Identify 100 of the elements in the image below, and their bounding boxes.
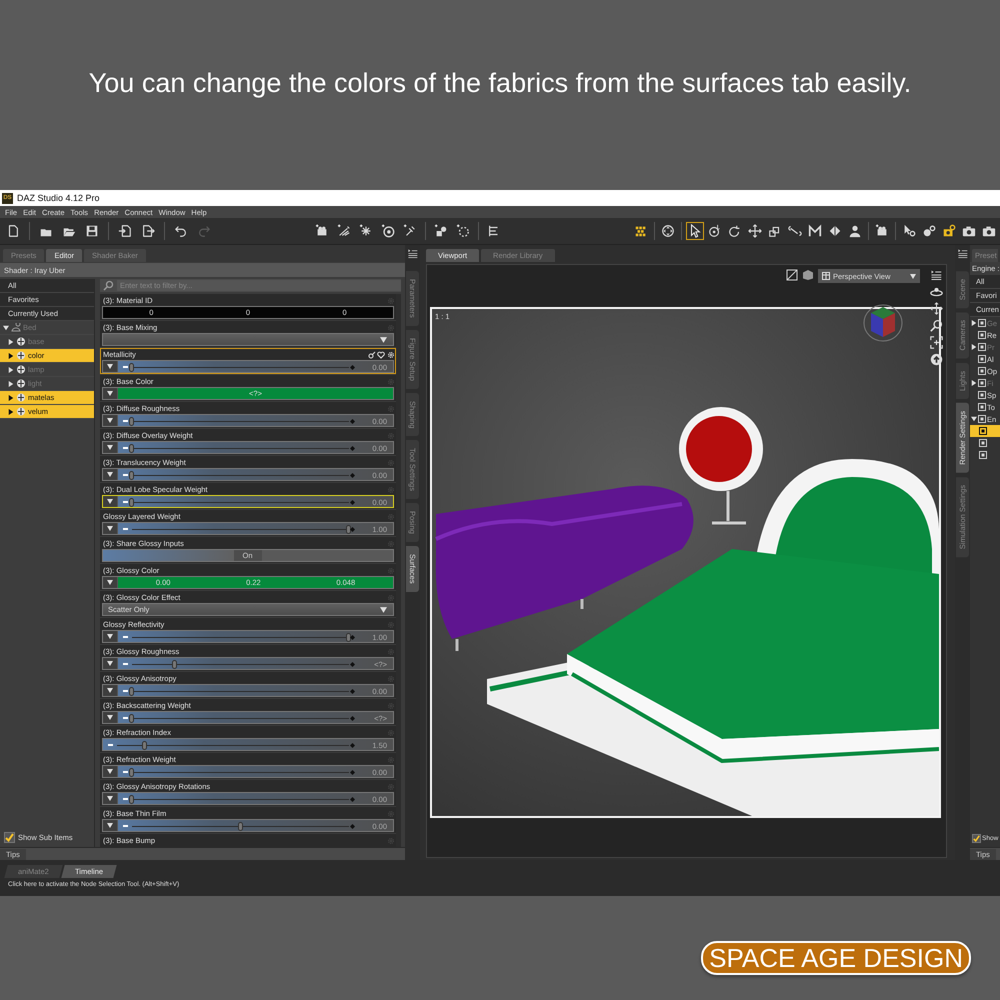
material-icon — [16, 407, 26, 416]
caret-icon[interactable] — [380, 336, 387, 342]
menu-button[interactable] — [103, 523, 118, 534]
caret-icon[interactable] — [107, 472, 113, 477]
caret-icon[interactable] — [107, 364, 113, 369]
caret-icon[interactable] — [107, 580, 113, 585]
import-icon[interactable] — [116, 222, 134, 240]
caret-icon[interactable] — [380, 606, 387, 612]
diamond-icon — [350, 419, 355, 424]
menu-button[interactable] — [103, 388, 118, 399]
minus-icon — [123, 824, 128, 826]
diamond-icon — [350, 743, 355, 748]
menu-button[interactable] — [103, 577, 118, 588]
minus-icon — [123, 798, 128, 800]
checkbox[interactable] — [4, 832, 15, 843]
minus-icon — [123, 474, 128, 476]
menu-button[interactable] — [103, 631, 118, 642]
material-icon — [16, 393, 26, 402]
panel-menu-icon[interactable] — [930, 269, 942, 281]
search-icon[interactable] — [103, 280, 114, 291]
caret-icon[interactable] — [107, 391, 113, 396]
minus-icon — [123, 770, 128, 772]
menu-button[interactable] — [103, 766, 118, 777]
caret-icon[interactable] — [107, 661, 113, 666]
menu-button[interactable] — [103, 685, 118, 696]
dial-icon[interactable] — [379, 222, 397, 240]
slider-thumb[interactable] — [129, 363, 134, 372]
heart-icon[interactable] — [377, 350, 385, 358]
up-arrow-icon[interactable] — [930, 353, 942, 366]
brand-logo: SPACE AGE DESIGN — [701, 941, 971, 975]
caret-icon[interactable] — [107, 418, 113, 423]
image-icon[interactable] — [786, 269, 798, 281]
menu-button[interactable] — [103, 496, 118, 507]
diamond-icon — [350, 770, 355, 775]
menu-button[interactable] — [103, 658, 118, 669]
menu-button[interactable] — [103, 361, 118, 372]
menu-button[interactable] — [103, 469, 118, 480]
diamond-icon — [350, 473, 355, 478]
diamond-icon — [350, 797, 355, 802]
figure-icon — [11, 323, 21, 332]
panel-menu-icon[interactable] — [957, 248, 968, 259]
panel-menu-icon[interactable] — [407, 248, 418, 259]
slider-thumb[interactable] — [129, 795, 134, 804]
slider-thumb[interactable] — [129, 687, 134, 696]
diamond-icon — [350, 446, 355, 451]
caret-icon[interactable] — [107, 769, 113, 774]
minus-icon — [123, 446, 128, 448]
zoom-icon[interactable] — [930, 319, 942, 332]
slider-thumb[interactable] — [129, 768, 134, 777]
pan-icon[interactable] — [930, 302, 942, 315]
diamond-icon — [350, 365, 355, 370]
menu-button[interactable] — [103, 712, 118, 723]
minus-icon — [123, 716, 128, 718]
caret-icon[interactable] — [107, 634, 113, 639]
diamond-icon — [350, 824, 355, 829]
frame-icon[interactable] — [930, 336, 942, 349]
diamond-icon — [350, 635, 355, 640]
slider-thumb[interactable] — [238, 822, 242, 831]
menu-button[interactable] — [103, 820, 118, 831]
orbit-icon[interactable] — [930, 285, 942, 298]
tree-item[interactable] — [970, 425, 1000, 437]
material-icon — [16, 379, 26, 388]
menu-button[interactable] — [103, 793, 118, 804]
caret-icon[interactable] — [107, 823, 113, 828]
slider-thumb[interactable] — [172, 660, 178, 669]
slider-thumb[interactable] — [129, 471, 134, 480]
slider-thumb[interactable] — [129, 714, 134, 723]
caret-icon[interactable] — [107, 796, 113, 801]
link-icon[interactable] — [368, 350, 376, 358]
minus-icon — [123, 662, 128, 664]
slider-thumb[interactable] — [142, 741, 147, 750]
minus-icon — [123, 690, 128, 692]
caret-icon[interactable] — [910, 274, 916, 278]
menu-button[interactable] — [103, 442, 118, 453]
minus-icon — [123, 420, 128, 422]
minus-icon — [108, 744, 113, 746]
checkbox[interactable] — [972, 834, 981, 843]
caret-icon[interactable] — [107, 445, 113, 450]
pointer-icon[interactable] — [686, 222, 704, 240]
caret-icon[interactable] — [107, 715, 113, 720]
slider-thumb[interactable] — [346, 633, 351, 642]
cube-icon[interactable] — [802, 269, 814, 281]
layout-icon — [822, 272, 830, 280]
diamond-icon — [350, 527, 355, 532]
diamond-icon — [350, 500, 355, 505]
slider-thumb[interactable] — [129, 498, 134, 507]
slider-thumb[interactable] — [346, 525, 351, 534]
target-icon[interactable] — [659, 222, 677, 240]
caret-icon[interactable] — [107, 688, 113, 693]
slider-thumb[interactable] — [129, 417, 134, 426]
dotted-circle-icon[interactable] — [454, 222, 472, 240]
caret-icon[interactable] — [107, 526, 113, 531]
slider-thumb[interactable] — [129, 444, 134, 453]
minus-icon — [123, 528, 128, 530]
minus-icon — [123, 636, 128, 638]
minus-icon — [123, 500, 128, 502]
move-icon[interactable] — [746, 222, 764, 240]
caret-icon[interactable] — [107, 499, 113, 504]
expand-arrow-icon[interactable] — [971, 416, 977, 422]
menu-button[interactable] — [103, 415, 118, 426]
